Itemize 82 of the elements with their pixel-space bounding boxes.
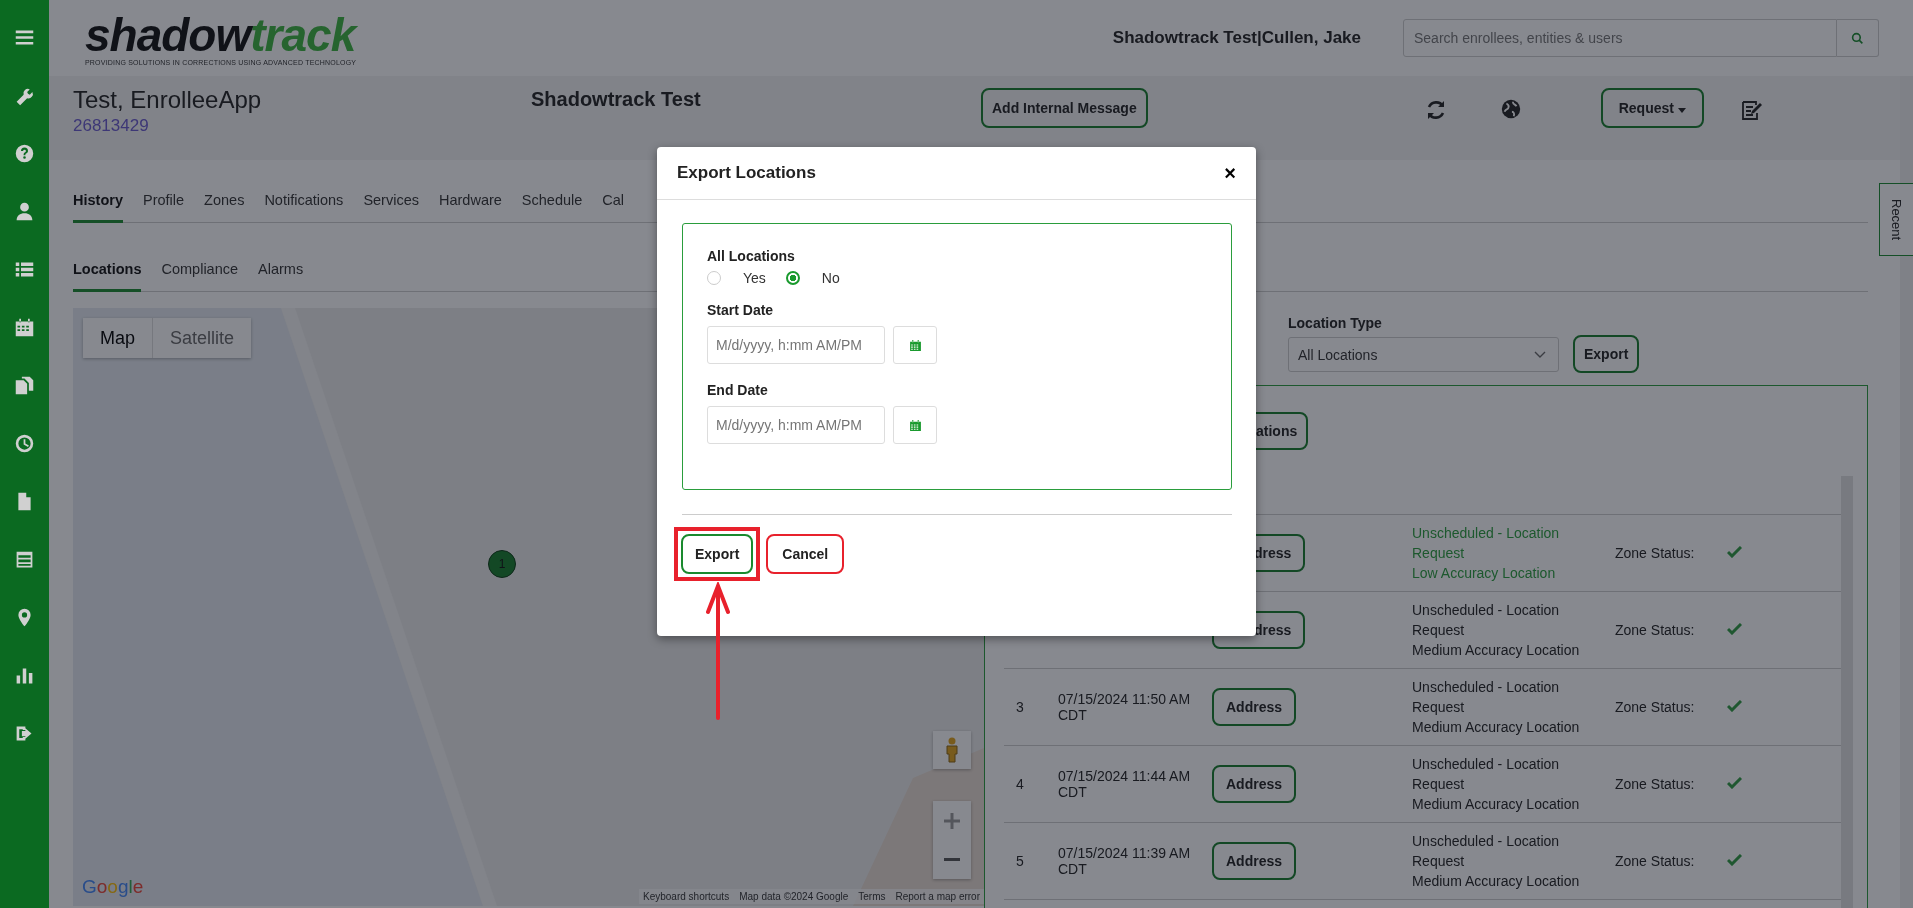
- map-attribution-link[interactable]: Keyboard shortcuts: [643, 891, 730, 902]
- caret-icon: [1677, 108, 1686, 113]
- location-type-label: Location Type: [1288, 315, 1383, 331]
- map-type-button[interactable]: Map: [83, 318, 153, 358]
- tab[interactable]: History: [73, 192, 123, 223]
- location-time: 07/15/2024 11:50 AM CDT: [1058, 691, 1191, 723]
- row-number: 4: [1016, 776, 1024, 792]
- person-icon: [945, 737, 959, 763]
- address-button[interactable]: Address: [1212, 842, 1297, 880]
- tab[interactable]: Cal: [602, 192, 625, 223]
- calendar-icon: [908, 338, 922, 352]
- map-type-button[interactable]: Satellite: [153, 318, 252, 358]
- location-description: Unscheduled - Location Request Medium Accuracy Location: [1412, 601, 1581, 660]
- row-number: 5: [1016, 853, 1024, 869]
- map-attribution-link[interactable]: Terms: [858, 891, 886, 902]
- zone-status-label: Zone Status:: [1615, 776, 1696, 792]
- calendar-button[interactable]: [893, 406, 937, 444]
- user-name: Shadowtrack Test|Cullen, Jake: [1112, 28, 1361, 48]
- location-time: 07/15/2024 11:44 AM CDT: [1058, 768, 1191, 800]
- tab[interactable]: Zones: [204, 192, 245, 223]
- zoom-out-button[interactable]: [933, 840, 971, 879]
- location-description: Unscheduled - Location Request Medium Accuracy Location: [1412, 678, 1581, 737]
- location-time: 07/15/2024 11:39 AM CDT: [1058, 845, 1191, 877]
- radio-button[interactable]: [785, 271, 800, 285]
- tab[interactable]: Notifications: [264, 192, 344, 223]
- search-field[interactable]: Search enrollees, entities & users: [1403, 19, 1837, 57]
- search-icon: [1851, 31, 1864, 45]
- tab[interactable]: Locations: [73, 261, 142, 292]
- plus-icon: [943, 811, 961, 830]
- close-button[interactable]: ×: [1220, 161, 1240, 185]
- address-button[interactable]: Address: [1212, 688, 1297, 726]
- edit-note-icon[interactable]: [1739, 98, 1764, 122]
- enrollee-name: Test, EnrolleeApp: [73, 86, 263, 114]
- help-icon[interactable]: [14, 143, 35, 164]
- tab[interactable]: Hardware: [439, 192, 502, 223]
- documents-icon[interactable]: [14, 375, 35, 396]
- row-number: 3: [1016, 699, 1024, 715]
- dialog-title: Export Locations: [677, 163, 816, 183]
- clock-icon[interactable]: [14, 433, 35, 454]
- enrollee-id[interactable]: 26813429: [73, 116, 531, 136]
- zone-status-label: Zone Status:: [1615, 699, 1696, 715]
- add-message-button[interactable]: Add Internal Message: [981, 88, 1148, 128]
- end-date-field[interactable]: M/d/yyyy, h:mm AM/PM: [707, 406, 885, 444]
- calendar-icon[interactable]: [14, 317, 35, 338]
- zone-status-label: Zone Status:: [1615, 853, 1696, 869]
- all-locations-label: All Locations: [707, 248, 796, 264]
- recent-tab[interactable]: Recent: [1879, 183, 1913, 256]
- location-description: Unscheduled - Location Request Medium Accuracy Location: [1412, 832, 1581, 891]
- cancel-button[interactable]: Cancel: [766, 534, 845, 574]
- map-attribution-link[interactable]: Map data ©2024 Google: [739, 891, 849, 902]
- tab[interactable]: Schedule: [521, 192, 583, 223]
- radio-label[interactable]: No: [821, 270, 840, 286]
- location-type-dropdown[interactable]: All Locations: [1288, 337, 1559, 372]
- tab[interactable]: Compliance: [161, 261, 239, 292]
- chevron-down-icon: [1534, 350, 1546, 359]
- calendar-icon: [908, 418, 922, 432]
- address-button[interactable]: Address: [1212, 765, 1297, 803]
- tab[interactable]: Profile: [142, 192, 185, 223]
- globe-icon[interactable]: [1499, 98, 1522, 120]
- table-icon[interactable]: [14, 549, 35, 570]
- calendar-button[interactable]: [893, 326, 937, 364]
- radio-label[interactable]: Yes: [743, 270, 766, 286]
- location-description: Unscheduled - Location Request Low Accuracy Location: [1412, 524, 1561, 583]
- street-view-button[interactable]: [933, 731, 971, 769]
- export-button[interactable]: Export: [1573, 335, 1640, 373]
- agency-name: Shadowtrack Test: [531, 87, 702, 111]
- tab[interactable]: Alarms: [258, 261, 304, 292]
- start-date-label: Start Date: [707, 302, 775, 318]
- request-button[interactable]: Request: [1600, 88, 1704, 128]
- google-logo: Google: [82, 876, 144, 898]
- tab[interactable]: Services: [363, 192, 419, 223]
- start-date-field[interactable]: M/d/yyyy, h:mm AM/PM: [707, 326, 885, 364]
- map-attribution-link[interactable]: Report a map error: [895, 891, 980, 902]
- location-description: Unscheduled - Location Request Medium Accuracy Location: [1412, 755, 1581, 814]
- zone-status-label: Zone Status:: [1615, 545, 1696, 561]
- minus-icon: [944, 858, 960, 861]
- scrollbar[interactable]: [1841, 476, 1853, 908]
- end-date-label: End Date: [707, 382, 769, 398]
- export-button[interactable]: Export: [681, 534, 754, 574]
- user-icon[interactable]: [14, 201, 35, 222]
- zone-status-label: Zone Status:: [1615, 622, 1696, 638]
- logo: shadowtrack: [85, 10, 357, 59]
